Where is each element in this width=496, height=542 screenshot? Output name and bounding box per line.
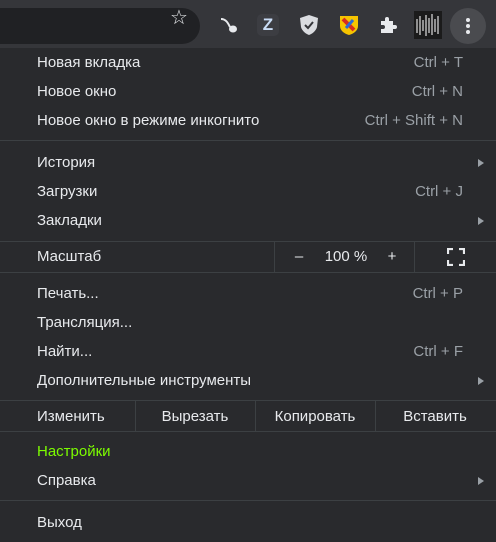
menu-item-help[interactable]: Справка	[0, 466, 496, 495]
menu-divider	[0, 431, 496, 432]
menu-item-more-tools[interactable]: Дополнительные инструменты	[0, 366, 496, 395]
menu-item-incognito[interactable]: Новое окно в режиме инкогнито Ctrl + Shi…	[0, 106, 496, 135]
shield-extension-icon[interactable]	[296, 12, 322, 38]
submenu-arrow-icon	[478, 217, 484, 225]
menu-item-label: Масштаб	[37, 248, 102, 265]
menu-item-shortcut: Ctrl + Shift + N	[364, 112, 463, 129]
menu-item-label: Настройки	[37, 443, 111, 460]
menu-divider	[0, 272, 496, 273]
submenu-arrow-icon	[478, 477, 484, 485]
menu-item-label: Выход	[37, 514, 82, 531]
color-badge-extension-icon[interactable]	[336, 12, 362, 38]
zoom-divider	[414, 242, 415, 272]
zoom-in-button[interactable]: +	[385, 248, 399, 265]
submenu-arrow-icon	[478, 159, 484, 167]
menu-item-exit[interactable]: Выход	[0, 508, 496, 537]
menu-item-label: Новая вкладка	[37, 54, 141, 71]
menu-divider	[0, 400, 496, 401]
submenu-arrow-icon	[478, 377, 484, 385]
browser-toolbar: ☆ Z	[0, 0, 496, 53]
menu-item-zoom: Масштаб	[0, 243, 496, 271]
menu-item-shortcut: Ctrl + F	[413, 343, 463, 360]
menu-item-cast[interactable]: Трансляция...	[0, 308, 496, 337]
menu-item-label: История	[37, 154, 96, 171]
menu-item-label: Новое окно в режиме инкогнито	[37, 112, 260, 129]
bookmark-star-icon[interactable]: ☆	[166, 8, 192, 28]
menu-item-downloads[interactable]: Загрузки Ctrl + J	[0, 177, 496, 206]
zoom-level: 100 %	[324, 248, 368, 265]
menu-item-shortcut: Ctrl + J	[415, 183, 463, 200]
menu-item-new-window[interactable]: Новое окно Ctrl + N	[0, 77, 496, 106]
menu-item-history[interactable]: История	[0, 148, 496, 177]
copy-button[interactable]: Копировать	[256, 408, 374, 425]
menu-item-shortcut: Ctrl + T	[413, 54, 463, 71]
cut-button[interactable]: Вырезать	[136, 408, 254, 425]
menu-item-print[interactable]: Печать... Ctrl + P	[0, 279, 496, 308]
profile-avatar[interactable]	[414, 11, 442, 39]
menu-divider	[0, 500, 496, 501]
menu-item-label: Дополнительные инструменты	[37, 372, 252, 389]
menu-item-shortcut: Ctrl + P	[412, 285, 463, 302]
zoom-divider	[274, 242, 275, 272]
fullscreen-button[interactable]	[446, 247, 466, 267]
chrome-menu-button[interactable]	[450, 8, 486, 44]
menu-item-label: Печать...	[37, 285, 99, 302]
menu-item-new-tab[interactable]: Новая вкладка Ctrl + T	[0, 48, 496, 77]
menu-item-label: Загрузки	[37, 183, 98, 200]
paste-button[interactable]: Вставить	[376, 408, 494, 425]
zoom-out-button[interactable]: –	[292, 248, 306, 265]
z-letter: Z	[257, 14, 279, 36]
puzzle-extensions-icon[interactable]	[375, 12, 401, 38]
three-dot-menu-icon	[466, 18, 470, 34]
menu-item-settings[interactable]: Настройки	[0, 437, 496, 466]
menu-item-label: Справка	[37, 472, 96, 489]
menu-item-label: Закладки	[37, 212, 102, 229]
menu-item-label: Найти...	[37, 343, 93, 360]
menu-divider	[0, 241, 496, 242]
pipe-extension-icon[interactable]	[216, 12, 242, 38]
menu-item-label: Трансляция...	[37, 314, 133, 331]
z-extension-icon[interactable]: Z	[255, 12, 281, 38]
menu-divider	[0, 140, 496, 141]
menu-item-bookmarks[interactable]: Закладки	[0, 206, 496, 235]
fullscreen-icon	[446, 247, 466, 267]
menu-item-find[interactable]: Найти... Ctrl + F	[0, 337, 496, 366]
edit-row-label: Изменить	[37, 408, 105, 425]
menu-item-shortcut: Ctrl + N	[411, 83, 463, 100]
menu-item-label: Новое окно	[37, 83, 117, 100]
